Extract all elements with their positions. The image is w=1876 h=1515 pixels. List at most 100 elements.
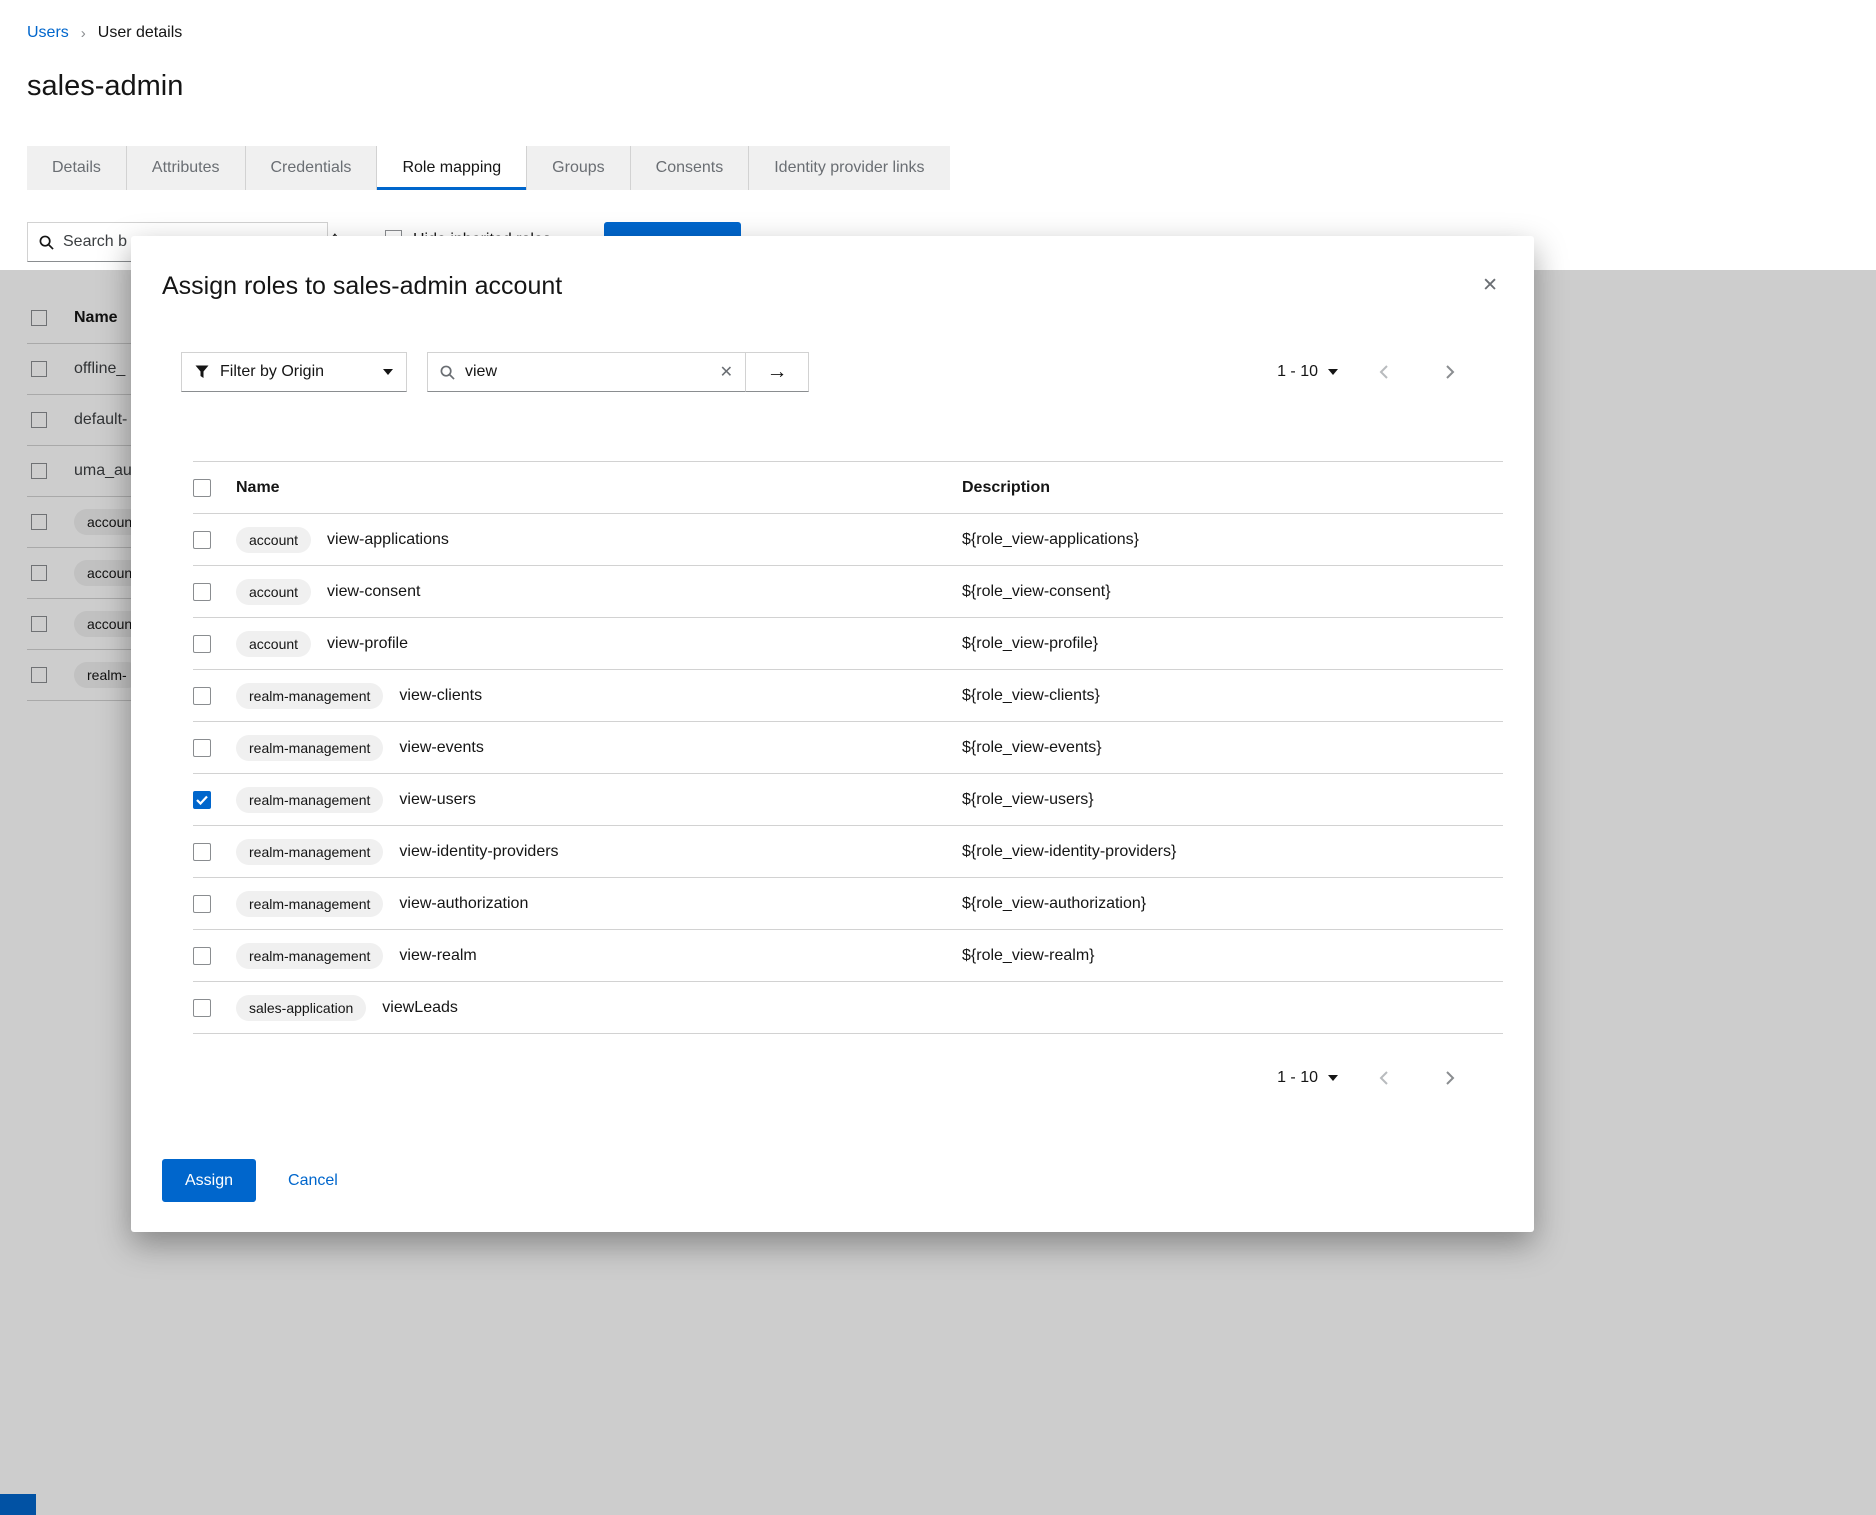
role-origin-badge: realm-management [236,734,384,761]
role-name: view-users [399,790,476,808]
role-checkbox[interactable] [193,634,211,653]
chevron-down-icon [1328,1075,1338,1081]
prev-page-button[interactable] [1364,1070,1404,1086]
chevron-left-icon [1379,365,1388,379]
role-name: view-events [399,738,484,756]
pagination-range-text: 1 - 10 [1277,363,1318,380]
role-checkbox[interactable] [193,894,211,913]
modal-role-row: realm-management view-realm ${role_view-re… [193,930,1503,982]
role-checkbox[interactable] [193,686,211,705]
tab-identity-provider-links[interactable]: Identity provider links [749,146,950,190]
breadcrumb-current: User details [97,24,183,41]
role-origin-badge: sales-application [236,994,367,1021]
role-description: ${role_view-users} [962,790,1094,808]
arrow-right-icon: → [766,360,788,383]
pagination-range-dropdown[interactable]: 1 - 10 [1277,1069,1338,1087]
cancel-button[interactable]: Cancel [288,1172,338,1190]
modal-footer: Assign Cancel [162,1159,338,1202]
role-checkbox[interactable] [193,998,211,1017]
role-name: view-identity-providers [399,842,559,860]
roles-table: Name Description account view-application… [193,461,1503,1034]
clear-search-icon[interactable]: ✕ [720,362,733,382]
role-name: view-clients [399,686,483,704]
role-origin-badge: realm-management [236,890,384,917]
check-icon [196,795,208,805]
role-name: view-authorization [399,894,529,912]
modal-title: Assign roles to sales-admin account [162,272,563,300]
role-description: ${role_view-events} [962,738,1102,756]
role-origin-badge: realm-management [236,682,384,709]
role-name: view-realm [399,946,477,964]
search-icon [440,365,455,380]
role-name: viewLeads [382,998,458,1016]
tab-consents[interactable]: Consents [630,146,750,190]
next-page-button[interactable] [1430,364,1470,380]
tab-details[interactable]: Details [27,146,127,190]
page-title: sales-admin [27,70,184,102]
next-page-button[interactable] [1430,1070,1470,1086]
chevron-down-icon [1328,369,1338,375]
pagination-range-dropdown[interactable]: 1 - 10 [1277,363,1338,381]
search-submit-button[interactable]: → [746,352,809,392]
search-icon [39,235,54,250]
role-origin-badge: account [236,630,312,657]
role-name: view-applications [327,530,449,548]
chevron-right-icon [1446,365,1455,379]
roles-table-header: Name Description [193,461,1503,514]
assign-button[interactable]: Assign [162,1159,257,1202]
role-checkbox-checked[interactable] [193,790,211,809]
role-search-input[interactable]: view ✕ [427,352,746,392]
chevron-right-icon [1446,1071,1455,1085]
search-value: view [465,363,498,380]
role-name: view-consent [327,582,421,600]
role-description: ${role_view-profile} [962,634,1099,652]
description-column-header: Description [962,478,1051,496]
role-origin-badge: account [236,578,312,605]
page-search-text: Search b [63,233,128,250]
modal-role-row: realm-management view-users ${role_view-us… [193,774,1503,826]
close-icon[interactable]: ✕ [1482,274,1498,297]
chevron-down-icon [383,369,393,375]
breadcrumb: Users › User details [27,24,182,42]
tab-attributes[interactable]: Attributes [126,146,246,190]
role-description: ${role_view-realm} [962,946,1095,964]
role-description: ${role_view-identity-providers} [962,842,1177,860]
role-checkbox[interactable] [193,530,211,549]
modal-role-row: account view-applications ${role_view-appl… [193,514,1503,566]
role-checkbox[interactable] [193,946,211,965]
filter-icon [195,365,209,378]
role-checkbox[interactable] [193,738,211,757]
chevron-left-icon [1379,1071,1388,1085]
pagination-top: 1 - 10 [1277,352,1470,392]
modal-role-row: realm-management view-identity-providers $… [193,826,1503,878]
breadcrumb-users-link[interactable]: Users [27,24,69,42]
role-name: view-profile [327,634,408,652]
prev-page-button[interactable] [1364,364,1404,380]
role-origin-badge: realm-management [236,942,384,969]
tabs: Details Attributes Credentials Role mapping… [27,146,950,190]
role-origin-badge: account [236,526,312,553]
tab-role-mapping[interactable]: Role mapping [377,146,528,190]
role-description: ${role_view-consent} [962,582,1111,600]
modal-role-row: account view-profile ${role_view-profile} [193,618,1503,670]
assign-roles-modal: Assign roles to sales-admin account ✕ Fi… [131,236,1534,1232]
pagination-range-text: 1 - 10 [1277,1069,1318,1086]
role-checkbox[interactable] [193,582,211,601]
tab-credentials[interactable]: Credentials [245,146,378,190]
select-all-checkbox[interactable] [193,478,211,497]
modal-table-body: account view-applications ${role_view-appl… [193,514,1503,1034]
role-checkbox[interactable] [193,842,211,861]
breadcrumb-separator-icon: › [80,24,86,42]
tab-groups[interactable]: Groups [527,146,631,190]
role-description: ${role_view-clients} [962,686,1100,704]
modal-role-row: account view-consent ${role_view-consent} [193,566,1503,618]
modal-role-row: sales-application viewLeads [193,982,1503,1034]
name-column-header: Name [236,478,280,496]
role-search-group: view ✕ → [427,352,809,392]
role-description: ${role_view-authorization} [962,894,1147,912]
filter-label: Filter by Origin [220,363,325,380]
modal-role-row: realm-management view-events ${role_view-e… [193,722,1503,774]
page-header: Users › User details sales-admin Details… [0,0,1876,270]
filter-by-origin-dropdown[interactable]: Filter by Origin [181,352,407,392]
modal-role-row: realm-management view-authorization ${role… [193,878,1503,930]
